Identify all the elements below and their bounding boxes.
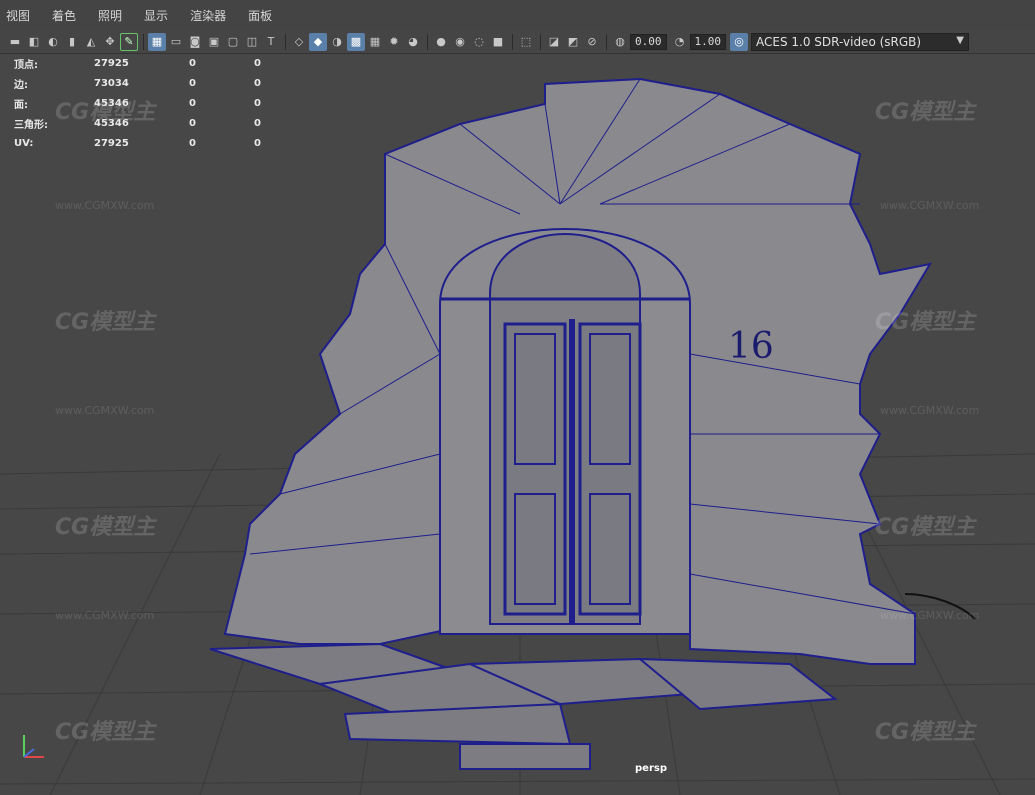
watermark-url: www.CGMXW.com (55, 609, 155, 622)
use-all-lights-icon[interactable]: ✹ (385, 33, 403, 51)
watermark-logo: CG模型主 (55, 720, 156, 745)
separator (512, 33, 513, 50)
hud-selected-b: 0 (254, 57, 261, 69)
xray-icon[interactable]: ◪ (545, 33, 563, 51)
screen-space-ao-icon[interactable]: ● (432, 33, 450, 51)
wireframe-icon[interactable]: ◇ (290, 33, 308, 51)
view-transform-value: ACES 1.0 SDR-video (sRGB) (756, 34, 922, 49)
hud-selected-b: 0 (254, 77, 261, 89)
view-transform-select[interactable]: ACES 1.0 SDR-video (sRGB) ▼ (751, 32, 969, 51)
select-camera-icon[interactable]: ▬ (6, 33, 24, 51)
grease-pencil-icon[interactable]: ✎ (120, 32, 138, 51)
isolate-select-icon[interactable]: ⬚ (517, 33, 535, 51)
menu-renderer[interactable]: 渲染器 (190, 7, 226, 24)
poly-count-hud: 顶点: 27925 0 0 边: 73034 0 0 面: 45346 0 0 … (14, 53, 319, 153)
textured-icon[interactable]: ▦ (366, 33, 384, 51)
hud-row-faces: 面: 45346 0 0 (14, 93, 319, 113)
hud-row-vertices: 顶点: 27925 0 0 (14, 53, 319, 73)
hud-row-triangles: 三角形: 45346 0 0 (14, 113, 319, 133)
motion-blur-icon[interactable]: ◉ (451, 33, 469, 51)
watermark-logo: CG模型主 (875, 100, 976, 125)
watermark-logo: CG模型主 (55, 515, 156, 540)
xray-components-icon[interactable]: ⊘ (583, 33, 601, 51)
hud-label: 面: (14, 99, 28, 111)
separator (427, 33, 428, 50)
watermark-url: www.CGMXW.com (880, 199, 980, 212)
camera-name-label: persp (635, 763, 667, 774)
axis-gizmo-icon (23, 735, 44, 758)
hud-value: 27925 (94, 57, 129, 69)
anti-aliasing-icon[interactable]: ◌ (470, 33, 488, 51)
default-material-icon[interactable]: ◑ (328, 33, 346, 51)
hud-label: 顶点: (14, 59, 38, 71)
image-plane-icon[interactable]: ◭ (82, 33, 100, 51)
gate-mask-icon[interactable]: ▣ (205, 33, 223, 51)
separator (285, 33, 286, 50)
house-number: 16 (728, 326, 774, 367)
hud-selected: 0 (189, 117, 196, 129)
watermark-url: www.CGMXW.com (880, 404, 980, 417)
hud-selected-b: 0 (254, 137, 261, 149)
hud-label: 边: (14, 79, 28, 91)
watermark-url: www.CGMXW.com (55, 199, 155, 212)
panel-toolbar: ▬ ◧ ◐ ▮ ◭ ✥ ✎ ▦ ▭ ◙ ▣ ▢ ◫ T ◇ ◆ ◑ ▩ ▦ ✹ … (0, 30, 1035, 54)
color-management-icon[interactable]: ◎ (730, 32, 748, 51)
hud-selected: 0 (189, 57, 196, 69)
viewport-3d[interactable]: 16 CG模型主 CG模型主 CG模型主 CG模型主 CG模型主 CG模型主 C… (0, 54, 1035, 795)
hud-value: 27925 (94, 137, 129, 149)
watermark-logo: CG模型主 (55, 310, 156, 335)
hud-selected: 0 (189, 77, 196, 89)
menu-panels[interactable]: 面板 (248, 7, 272, 24)
hud-value: 45346 (94, 97, 129, 109)
chevron-down-icon: ▼ (956, 34, 964, 46)
shadows-icon[interactable]: ◕ (404, 33, 422, 51)
safe-action-icon[interactable]: ◫ (243, 33, 261, 51)
menu-view[interactable]: 视图 (6, 7, 30, 24)
wireframe-on-shaded-icon[interactable]: ▩ (347, 32, 365, 51)
hud-value: 73034 (94, 77, 129, 89)
2d-pan-zoom-icon[interactable]: ✥ (101, 33, 119, 51)
watermark-logo: CG模型主 (875, 310, 976, 335)
gamma-field[interactable]: 1.00 (689, 33, 726, 50)
depth-of-field-icon[interactable]: ■ (489, 33, 507, 51)
hud-value: 45346 (94, 117, 129, 129)
menu-show[interactable]: 显示 (144, 7, 168, 24)
exposure-icon[interactable]: ◍ (611, 33, 629, 51)
menu-bar: 视图 着色 照明 显示 渲染器 面板 (0, 0, 1035, 30)
smooth-shade-icon[interactable]: ◆ (309, 32, 327, 51)
steps (209, 642, 838, 770)
separator (143, 33, 144, 50)
menu-shading[interactable]: 着色 (52, 7, 76, 24)
watermark-url: www.CGMXW.com (55, 404, 155, 417)
xray-joints-icon[interactable]: ◩ (564, 33, 582, 51)
resolution-gate-icon[interactable]: ◙ (186, 33, 204, 51)
separator (606, 33, 607, 50)
hud-selected: 0 (189, 97, 196, 109)
film-gate-icon[interactable]: ▭ (167, 33, 185, 51)
safe-title-icon[interactable]: T (262, 33, 280, 51)
hud-selected-b: 0 (254, 97, 261, 109)
hud-row-uvs: UV: 27925 0 0 (14, 133, 319, 153)
grid-icon[interactable]: ▦ (148, 32, 166, 51)
watermark-url: www.CGMXW.com (880, 609, 980, 622)
bookmark-camera-icon[interactable]: ◐ (44, 33, 62, 51)
hud-row-edges: 边: 73034 0 0 (14, 73, 319, 93)
hud-selected-b: 0 (254, 117, 261, 129)
bookmark-icon[interactable]: ▮ (63, 33, 81, 51)
viewport-scene (0, 77, 1035, 795)
exposure-field[interactable]: 0.00 (630, 33, 667, 50)
watermark-logo: CG模型主 (875, 515, 976, 540)
gamma-icon[interactable]: ◔ (671, 33, 689, 51)
hud-selected: 0 (189, 137, 196, 149)
field-chart-icon[interactable]: ▢ (224, 33, 242, 51)
separator (540, 33, 541, 50)
watermark-logo: CG模型主 (875, 720, 976, 745)
hud-label: 三角形: (14, 119, 48, 131)
camera-attributes-icon[interactable]: ◧ (25, 33, 43, 51)
menu-lighting[interactable]: 照明 (98, 7, 122, 24)
hud-label: UV: (14, 137, 34, 149)
